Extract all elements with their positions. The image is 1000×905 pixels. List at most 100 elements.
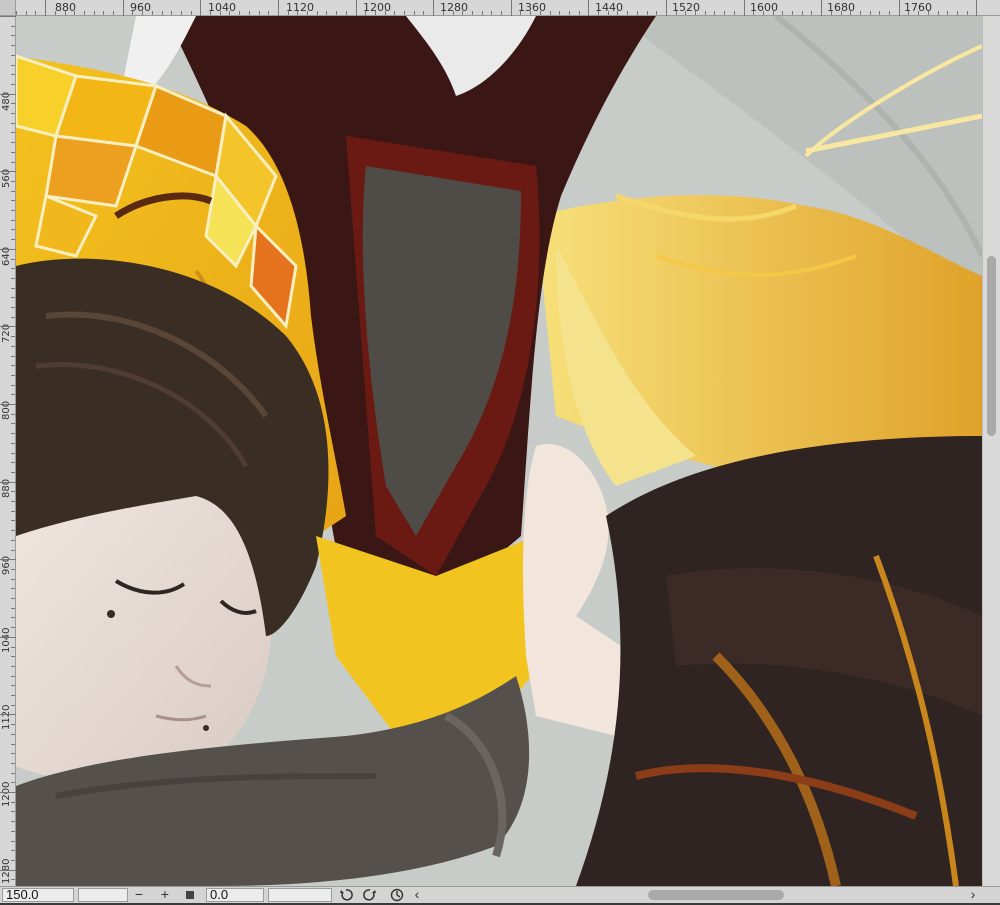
horizontal-scrollbar[interactable] [426,890,966,900]
ruler-tick [549,11,551,15]
rotate-right-button[interactable] [362,887,378,903]
ruler-tick [11,132,15,134]
ruler-tick [394,11,396,15]
ruler-tick [287,11,289,15]
ruler-tick [11,287,15,289]
ruler-tick [11,316,15,318]
ruler-tick [210,11,211,15]
ruler-tick [11,54,15,56]
ruler-tick [200,0,202,16]
vertical-scroll-thumb[interactable] [987,256,996,436]
ruler-tick [11,675,15,677]
ruler-tick [11,539,15,541]
ruler-tick [588,0,590,16]
ruler-tick [830,11,832,15]
horizontal-ruler[interactable]: 880 960 1040 1120 1200 1280 1360 1440 15… [0,0,1000,16]
ruler-tick [11,743,15,745]
zoom-in-button[interactable]: + [157,887,173,903]
ruler-tick [976,0,978,16]
ruler-label: 1200 [363,1,391,14]
ruler-tick [25,11,27,15]
ruler-tick [404,11,405,15]
ruler-tick [11,336,15,338]
ruler-tick [229,11,231,15]
scroll-left-button[interactable]: ‹ [410,887,424,903]
ruler-tick [859,11,861,15]
ruler-tick [11,365,15,367]
ruler-tick [151,11,153,15]
ruler-tick [11,190,15,192]
ruler-tick [11,64,15,66]
ruler-tick [665,0,667,16]
ruler-tick [0,248,16,250]
ruler-tick [908,11,910,15]
ruler-tick [442,11,444,15]
ruler-label: 1120 [1,704,12,730]
reset-rotation-button[interactable] [388,887,406,903]
ruler-tick [11,627,15,629]
ruler-tick [11,879,15,881]
fit-to-window-button[interactable] [182,887,198,903]
scroll-right-button[interactable]: › [966,887,980,903]
ruler-tick [559,11,561,15]
ruler-tick [355,0,357,16]
ruler-tick [11,782,15,784]
ruler-tick [413,11,415,15]
horizontal-scroll-thumb[interactable] [648,890,784,900]
ruler-tick [11,704,15,706]
ruler-tick [180,11,182,15]
ruler-tick [11,277,15,279]
vertical-ruler[interactable]: 480 560 640 720 800 880 960 1040 1120 12… [0,16,16,886]
rotate-left-button[interactable] [338,887,354,903]
ruler-tick [481,11,483,15]
square-icon [186,891,194,899]
ruler-tick [11,491,15,493]
ruler-tick [782,11,784,15]
ruler-tick [0,93,16,95]
ruler-tick [733,11,735,15]
ruler-tick [530,11,532,15]
ruler-tick [11,45,15,47]
ruler-tick [11,821,15,823]
zoom-out-button[interactable]: − [131,887,147,903]
ruler-tick [937,11,939,15]
ruler-tick [336,11,338,15]
ruler-tick [11,307,15,308]
ruler-tick [74,11,76,15]
ruler-tick [0,792,16,793]
drawing-canvas[interactable] [16,16,982,886]
ruler-tick [11,811,15,813]
vertical-scrollbar[interactable] [982,16,1000,886]
ruler-tick [724,11,726,15]
ruler-tick [578,11,580,15]
zoom-input[interactable]: 150.0 [2,888,74,902]
navigator-status-bar: 150.0 − + 0.0 ‹ › [0,886,1000,903]
ruler-tick [491,11,493,15]
ruler-tick [918,11,920,15]
rotation-slider[interactable] [268,888,332,902]
zoom-slider[interactable] [78,888,128,902]
ruler-tick [772,11,774,15]
ruler-tick [0,869,16,871]
ruler-tick [11,103,15,105]
ruler-tick [161,11,163,15]
ruler-label: 880 [55,1,76,14]
ruler-tick [11,374,15,376]
plus-icon: + [160,886,170,902]
ruler-tick [132,11,134,15]
ruler-tick [11,724,15,726]
rotation-value: 0.0 [210,888,229,902]
rotation-input[interactable]: 0.0 [206,888,264,902]
ruler-tick [11,646,15,648]
ruler-tick [11,452,15,454]
ruler-tick [11,229,15,231]
ruler-tick [762,11,764,15]
artwork [16,16,982,886]
ruler-tick [0,481,16,483]
ruler-tick [11,122,15,124]
ruler-tick [11,239,15,241]
ruler-tick [11,501,15,502]
ruler-label: 1040 [208,1,236,14]
ruler-tick [927,11,929,15]
ruler-tick [704,11,706,15]
